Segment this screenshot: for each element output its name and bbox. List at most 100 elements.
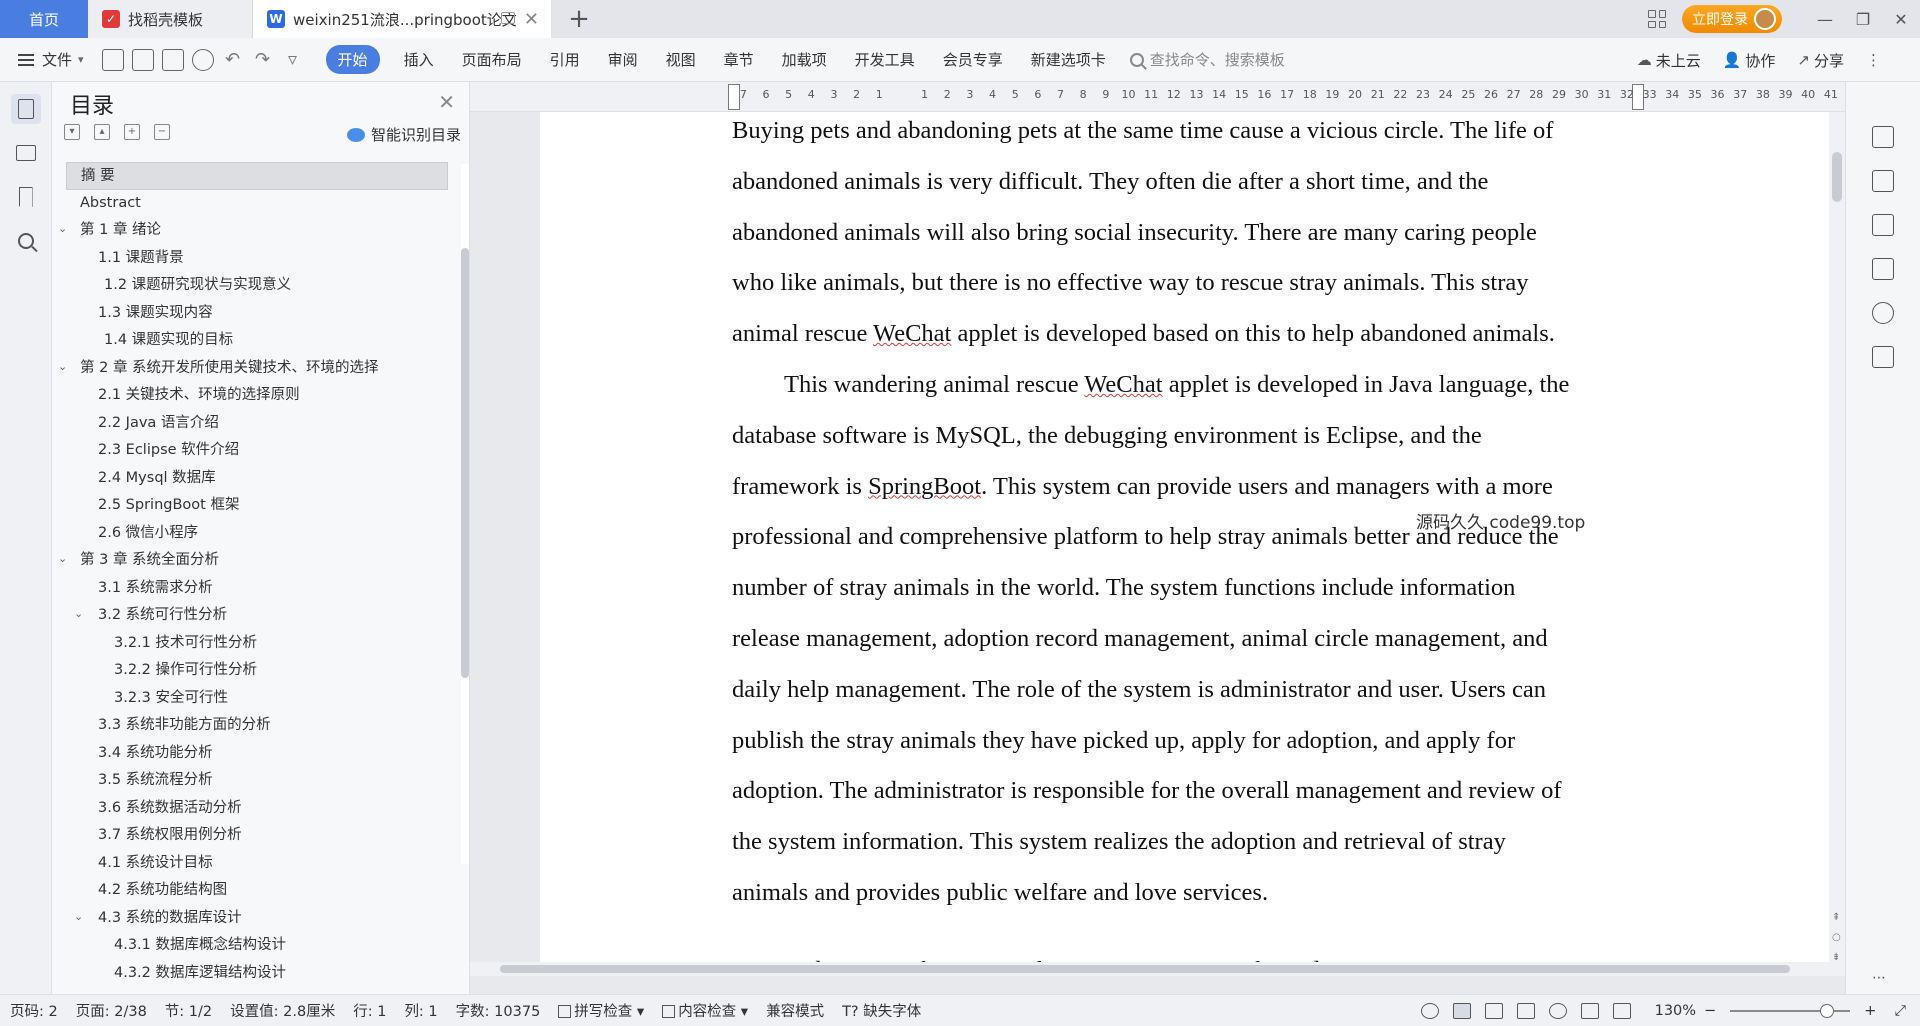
toc-scroll-thumb[interactable] (461, 248, 469, 678)
toc-item[interactable]: 3.4 系统功能分析 (66, 740, 448, 768)
zoom-out-icon[interactable]: − (1704, 1003, 1716, 1019)
reading-view-icon[interactable] (1516, 1003, 1535, 1019)
chevron-down-icon[interactable]: ⌄ (58, 545, 67, 573)
file-menu[interactable]: 文件 ▾ (18, 49, 84, 70)
ribbon-tab-3[interactable]: 引用 (536, 49, 594, 70)
toc-item[interactable]: 1.3 课题实现内容 (66, 300, 448, 328)
zoom-in-icon[interactable]: + (1864, 1003, 1876, 1019)
status-col[interactable]: 列: 1 (404, 1000, 437, 1021)
image-gallery-icon[interactable] (1872, 258, 1894, 280)
spell-check-toggle[interactable]: 拼写检查 ▾ (558, 1000, 644, 1021)
ribbon-tab-4[interactable]: 审阅 (594, 49, 652, 70)
add-item-icon[interactable]: + (124, 124, 140, 140)
web-view-icon[interactable] (1548, 1003, 1567, 1019)
toc-rail-button[interactable] (10, 94, 41, 124)
status-section[interactable]: 节: 1/2 (165, 1000, 212, 1021)
remove-item-icon[interactable]: − (154, 124, 170, 140)
toc-item[interactable]: 4.3.1 数据库概念结构设计 (66, 932, 448, 960)
toc-item[interactable]: 2.2 Java 语言介绍 (66, 410, 448, 438)
login-button[interactable]: 立即登录 (1682, 5, 1782, 33)
book-search-icon[interactable] (1872, 346, 1894, 368)
chevron-down-icon[interactable]: ⌄ (74, 903, 83, 931)
chevron-down-icon[interactable]: ⌄ (58, 215, 67, 243)
spell-flag-word[interactable]: SpringBoot (868, 473, 981, 500)
spell-flag-word[interactable]: WeChat (1084, 371, 1162, 398)
ribbon-tab-9[interactable]: 会员专享 (929, 49, 1017, 70)
toc-item[interactable]: ⌄ 4.3 系统的数据库设计 (66, 905, 448, 933)
vertical-scrollbar[interactable]: ⇞ ○ ⇟ (1829, 112, 1845, 976)
status-pages[interactable]: 页面: 2/38 (76, 1000, 147, 1021)
outline-view-icon[interactable] (1484, 1003, 1503, 1019)
page-view-icon[interactable] (1452, 1003, 1471, 1019)
ribbon-tab-2[interactable]: 页面布局 (448, 49, 536, 70)
new-tab-button[interactable]: + (559, 0, 599, 38)
toc-item[interactable]: 3.2.3 安全可行性 (66, 685, 448, 713)
compat-mode[interactable]: 兼容模式 (766, 1000, 824, 1021)
toc-item[interactable]: 2.4 Mysql 数据库 (66, 465, 448, 493)
toc-item[interactable]: 3.1 系统需求分析 (66, 575, 448, 603)
zoom-slider-knob[interactable] (1820, 1004, 1835, 1018)
chevron-down-icon[interactable]: ⌄ (74, 600, 83, 628)
status-page-num[interactable]: 页码: 2 (10, 1000, 58, 1021)
find-rail-button[interactable] (11, 226, 41, 256)
toc-item[interactable]: ⌄ 第 3 章 系统全面分析 (58, 547, 448, 575)
share-button[interactable]: ↗ 分享 (1797, 50, 1844, 71)
write-mode-icon[interactable] (1580, 1003, 1599, 1019)
customize-icon[interactable]: ▿ (282, 49, 304, 71)
toc-item[interactable]: 1.1 课题背景 (66, 245, 448, 273)
toc-item[interactable]: 4.1 系统设计目标 (66, 850, 448, 878)
horizontal-scrollbar[interactable] (470, 962, 1830, 976)
save-icon[interactable] (101, 48, 124, 71)
ribbon-tab-7[interactable]: 加载项 (768, 49, 841, 70)
toc-item[interactable]: 2.1 关键技术、环境的选择原则 (66, 382, 448, 410)
next-page-icon[interactable]: ⇟ (1832, 952, 1840, 963)
close-tab-icon[interactable]: ✕ (524, 9, 539, 30)
eye-protect-icon[interactable] (1420, 1003, 1439, 1019)
toc-item[interactable]: 2.5 SpringBoot 框架 (66, 492, 448, 520)
toc-item[interactable]: 3.2.1 技术可行性分析 (66, 630, 448, 658)
popout-icon[interactable] (501, 12, 515, 24)
more-tools-icon[interactable]: ⋯ (1872, 970, 1887, 986)
chevron-down-icon[interactable]: ⌄ (58, 353, 67, 381)
print-icon[interactable] (161, 48, 184, 71)
toc-item[interactable]: 1.4 课题实现的目标 (66, 327, 448, 355)
fullscreen-icon[interactable]: ⤢ (1894, 1003, 1906, 1019)
expand-all-icon[interactable]: ▴ (94, 124, 110, 140)
horizontal-scroll-thumb[interactable] (500, 965, 1790, 973)
content-check-toggle[interactable]: 内容检查 ▾ (662, 1000, 748, 1021)
bookmark-rail-button[interactable] (11, 182, 41, 212)
toc-item[interactable]: 2.6 微信小程序 (66, 520, 448, 548)
tab-template[interactable]: ✓ 找稻壳模板 (88, 0, 253, 38)
export-pdf-icon[interactable] (131, 48, 154, 71)
compass-icon[interactable] (1872, 302, 1894, 324)
files-rail-button[interactable] (11, 138, 41, 168)
toc-item[interactable]: ⌄ 第 1 章 绪论 (58, 217, 448, 245)
toc-item[interactable]: 1.2 课题研究现状与实现意义 (66, 272, 448, 300)
toc-item[interactable]: 摘 要 (66, 162, 448, 190)
toc-item[interactable]: 3.2.2 操作可行性分析 (66, 657, 448, 685)
ribbon-tab-1[interactable]: 插入 (390, 49, 448, 70)
toc-item[interactable]: 3.5 系统流程分析 (66, 767, 448, 795)
ribbon-tab-0[interactable]: 开始 (325, 45, 380, 74)
prev-page-icon[interactable]: ⇞ (1832, 912, 1840, 923)
smart-toc-button[interactable]: 智能识别目录 (346, 124, 461, 145)
tab-home[interactable]: 首页 (0, 0, 88, 38)
status-setting[interactable]: 设置值: 2.8厘米 (230, 1000, 335, 1021)
zoom-level[interactable]: 130% (1655, 1003, 1696, 1019)
status-words[interactable]: 字数: 10375 (456, 1000, 541, 1021)
apps-grid-icon[interactable] (1648, 10, 1666, 28)
redo-icon[interactable]: ↷ (252, 49, 274, 71)
vertical-scroll-thumb[interactable] (1832, 152, 1842, 202)
toc-scrollbar[interactable] (461, 164, 469, 864)
edit-pen-icon[interactable] (1872, 126, 1894, 148)
collapse-all-icon[interactable]: ▾ (64, 124, 80, 140)
select-cursor-icon[interactable] (1872, 170, 1894, 192)
ribbon-tab-5[interactable]: 视图 (652, 49, 710, 70)
fit-page-icon[interactable] (1612, 1003, 1631, 1019)
tab-document[interactable]: W weixin251流浪...pringboot论文 ✕ (253, 0, 551, 38)
zoom-slider[interactable] (1730, 1004, 1851, 1018)
minimize-icon[interactable]: — (1806, 0, 1844, 38)
toc-item[interactable]: ⌄ 3.2 系统可行性分析 (66, 602, 448, 630)
collab-button[interactable]: 👤 协作 (1723, 50, 1776, 71)
toc-item[interactable]: ⌄ 第 2 章 系统开发所使用关键技术、环境的选择 (58, 355, 448, 383)
